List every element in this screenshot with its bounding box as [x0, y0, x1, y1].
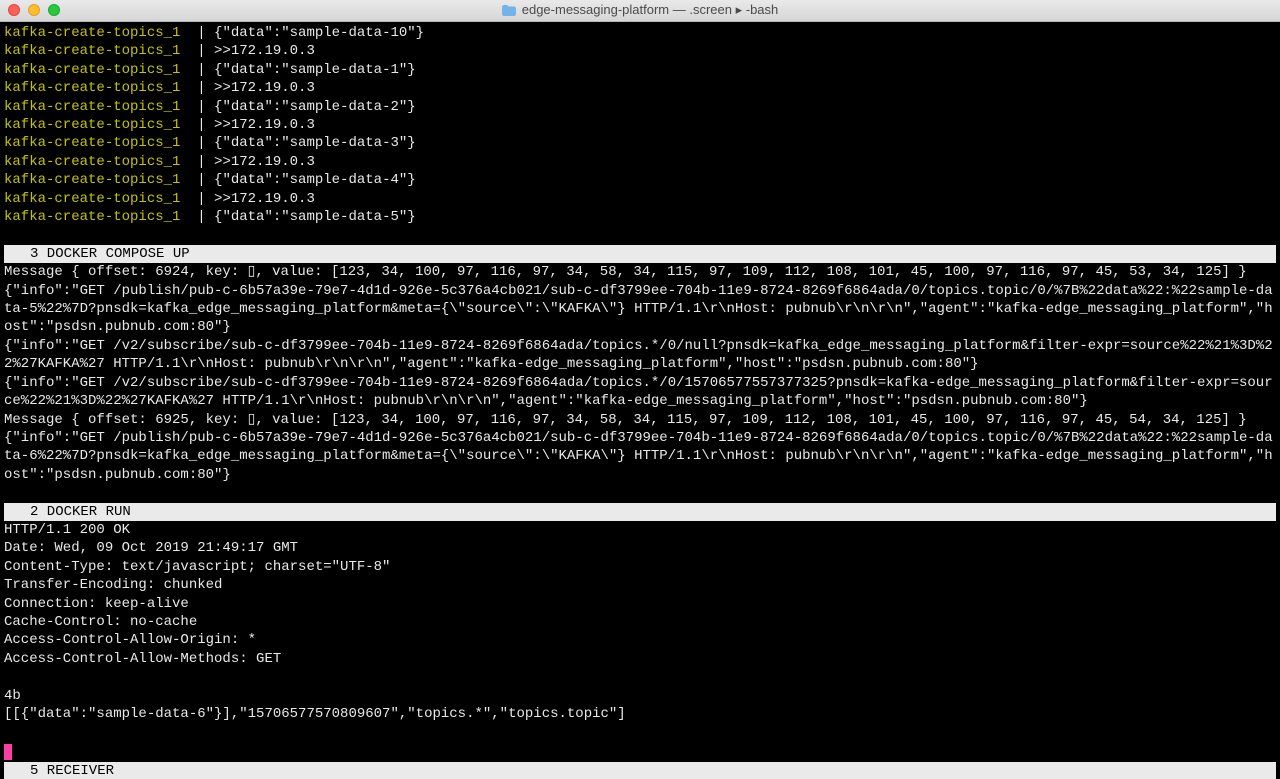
run-line: Transfer-Encoding: chunked [4, 576, 1276, 594]
window-controls [8, 4, 60, 16]
kafka-log-line: kafka-create-topics_1 | >>172.19.0.3 [4, 79, 1276, 97]
kafka-log-text: | {"data":"sample-data-4"} [197, 172, 415, 188]
kafka-log-line: kafka-create-topics_1 | {"data":"sample-… [4, 98, 1276, 116]
run-line: Content-Type: text/javascript; charset="… [4, 558, 1276, 576]
compose-line: Message { offset: 6924, key: ▯, value: [… [4, 263, 1276, 281]
close-icon[interactable] [8, 4, 20, 16]
blank-line [4, 226, 1276, 244]
kafka-log-text: | {"data":"sample-data-3"} [197, 135, 415, 151]
kafka-log-line: kafka-create-topics_1 | >>172.19.0.3 [4, 116, 1276, 134]
kafka-service-label: kafka-create-topics_1 [4, 80, 197, 96]
blank-line [4, 484, 1276, 502]
section-header-receiver: 5 RECEIVER [4, 762, 1276, 779]
folder-icon [502, 5, 516, 16]
run-line: [[{"data":"sample-data-6"}],"15706577570… [4, 705, 1276, 723]
kafka-log-line: kafka-create-topics_1 | >>172.19.0.3 [4, 42, 1276, 60]
kafka-log-line: kafka-create-topics_1 | {"data":"sample-… [4, 61, 1276, 79]
section-header-docker-compose-up: 3 DOCKER COMPOSE UP [4, 245, 1276, 263]
kafka-service-label: kafka-create-topics_1 [4, 172, 197, 188]
kafka-log-line: kafka-create-topics_1 | {"data":"sample-… [4, 24, 1276, 42]
run-line: Date: Wed, 09 Oct 2019 21:49:17 GMT [4, 539, 1276, 557]
kafka-log-line: kafka-create-topics_1 | {"data":"sample-… [4, 134, 1276, 152]
kafka-service-label: kafka-create-topics_1 [4, 191, 197, 207]
kafka-log-text: | {"data":"sample-data-1"} [197, 62, 415, 78]
kafka-service-label: kafka-create-topics_1 [4, 209, 197, 225]
terminal-cursor [4, 744, 12, 760]
terminal-area[interactable]: kafka-create-topics_1 | {"data":"sample-… [0, 22, 1280, 779]
compose-line: Message { offset: 6925, key: ▯, value: [… [4, 411, 1276, 429]
compose-line: {"info":"GET /publish/pub-c-6b57a39e-79e… [4, 282, 1276, 337]
kafka-service-label: kafka-create-topics_1 [4, 117, 197, 133]
run-line: Connection: keep-alive [4, 595, 1276, 613]
kafka-log-block: kafka-create-topics_1 | {"data":"sample-… [4, 24, 1276, 226]
kafka-log-text: | >>172.19.0.3 [197, 191, 315, 207]
kafka-service-label: kafka-create-topics_1 [4, 62, 197, 78]
run-line: Access-Control-Allow-Origin: * [4, 631, 1276, 649]
run-line: 4b [4, 687, 1276, 705]
kafka-log-line: kafka-create-topics_1 | >>172.19.0.3 [4, 153, 1276, 171]
blank-line [4, 723, 1276, 741]
kafka-service-label: kafka-create-topics_1 [4, 135, 197, 151]
kafka-service-label: kafka-create-topics_1 [4, 154, 197, 170]
kafka-log-text: | {"data":"sample-data-5"} [197, 209, 415, 225]
kafka-log-line: kafka-create-topics_1 | >>172.19.0.3 [4, 190, 1276, 208]
kafka-log-text: | >>172.19.0.3 [197, 154, 315, 170]
run-line: Access-Control-Allow-Methods: GET [4, 650, 1276, 668]
kafka-log-line: kafka-create-topics_1 | {"data":"sample-… [4, 171, 1276, 189]
kafka-log-text: | >>172.19.0.3 [197, 117, 315, 133]
kafka-log-text: | {"data":"sample-data-2"} [197, 99, 415, 115]
compose-line: {"info":"GET /v2/subscribe/sub-c-df3799e… [4, 337, 1276, 374]
kafka-service-label: kafka-create-topics_1 [4, 43, 197, 59]
blank-line [4, 668, 1276, 686]
run-line: Cache-Control: no-cache [4, 613, 1276, 631]
compose-line: {"info":"GET /v2/subscribe/sub-c-df3799e… [4, 374, 1276, 411]
kafka-log-text: | >>172.19.0.3 [197, 43, 315, 59]
compose-line: {"info":"GET /publish/pub-c-6b57a39e-79e… [4, 429, 1276, 484]
window-title: edge-messaging-platform — .screen ▸ -bas… [522, 1, 779, 19]
kafka-service-label: kafka-create-topics_1 [4, 25, 197, 41]
kafka-service-label: kafka-create-topics_1 [4, 99, 197, 115]
section-header-docker-run: 2 DOCKER RUN [4, 503, 1276, 521]
kafka-log-line: kafka-create-topics_1 | {"data":"sample-… [4, 208, 1276, 226]
minimize-icon[interactable] [28, 4, 40, 16]
run-line: HTTP/1.1 200 OK [4, 521, 1276, 539]
window-titlebar[interactable]: edge-messaging-platform — .screen ▸ -bas… [0, 0, 1280, 22]
kafka-log-text: | {"data":"sample-data-10"} [197, 25, 424, 41]
zoom-icon[interactable] [48, 4, 60, 16]
kafka-log-text: | >>172.19.0.3 [197, 80, 315, 96]
